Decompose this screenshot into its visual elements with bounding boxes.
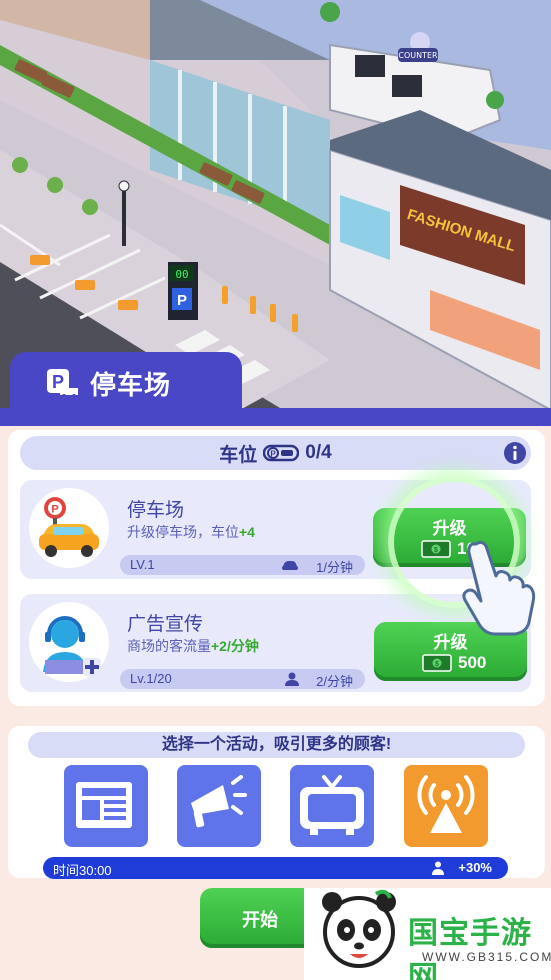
svg-text:P: P	[51, 504, 58, 516]
yellow-car-icon: P	[39, 497, 99, 557]
watermark-logo-text: 国宝手游网	[408, 917, 532, 980]
watermark-url: WWW.GB315.COM	[422, 950, 551, 964]
parking-car-icon: P	[47, 369, 78, 398]
start-button-label: 开始	[242, 910, 278, 930]
activity-radio-tower-button[interactable]	[404, 765, 488, 847]
parking-slot-car-icon: P	[263, 444, 300, 462]
parking-avatar: P	[29, 488, 109, 568]
svg-text:$: $	[435, 661, 439, 668]
rate-label: 1/分钟	[316, 560, 353, 575]
upgrade-level-bar: LV.1 1/分钟	[120, 555, 365, 575]
info-icon[interactable]	[503, 441, 527, 465]
slots-label: 车位	[219, 444, 258, 466]
panel-title: 停车场	[90, 370, 172, 401]
site-watermark: 国宝手游网 WWW.GB315.COM	[304, 888, 551, 980]
cash-icon: $	[422, 654, 452, 672]
panel-title-tab: P 停车场	[10, 352, 242, 414]
upgrade-description: 升级停车场，车位+4	[127, 524, 255, 540]
radio-tower-icon	[417, 775, 475, 833]
car-icon	[282, 561, 298, 570]
svg-text:P: P	[177, 292, 187, 309]
parking-slots-bar: 车位 P 0/4	[20, 436, 531, 470]
activity-megaphone-button[interactable]	[177, 765, 261, 847]
upgrade-description: 商场的客流量+2/分钟	[127, 638, 259, 654]
activity-time-bar: 时间30:00 +30%	[43, 857, 508, 879]
person-icon	[285, 672, 299, 686]
tv-icon	[300, 775, 364, 835]
svg-text:00: 00	[175, 268, 188, 281]
advertising-avatar	[29, 602, 109, 682]
upgrade-title: 广告宣传	[127, 614, 204, 635]
rate-label: 2/分钟	[316, 674, 353, 689]
headset-agent-icon	[43, 616, 101, 676]
svg-text:P: P	[271, 450, 277, 459]
person-icon	[432, 861, 444, 875]
upgrade-title: 停车场	[127, 500, 185, 521]
activity-time: 时间30:00	[53, 863, 112, 878]
megaphone-icon	[191, 775, 247, 828]
newspaper-icon	[76, 782, 132, 828]
upgrade-price: 500	[458, 653, 487, 672]
tutorial-pointer-hand-icon	[462, 540, 536, 636]
activity-prompt: 选择一个活动，吸引更多的顾客!	[28, 732, 525, 758]
activity-newspaper-button[interactable]	[64, 765, 148, 847]
svg-text:COUNTER: COUNTER	[398, 51, 438, 60]
level-label: Lv.1/20	[130, 671, 172, 686]
activity-bonus: +30%	[458, 860, 492, 875]
upgrade-level-bar: Lv.1/20 2/分钟	[120, 669, 365, 689]
activity-tv-button[interactable]	[290, 765, 374, 847]
slots-value: 0/4	[305, 442, 332, 463]
level-label: LV.1	[130, 557, 155, 572]
panda-logo-icon	[322, 889, 396, 968]
